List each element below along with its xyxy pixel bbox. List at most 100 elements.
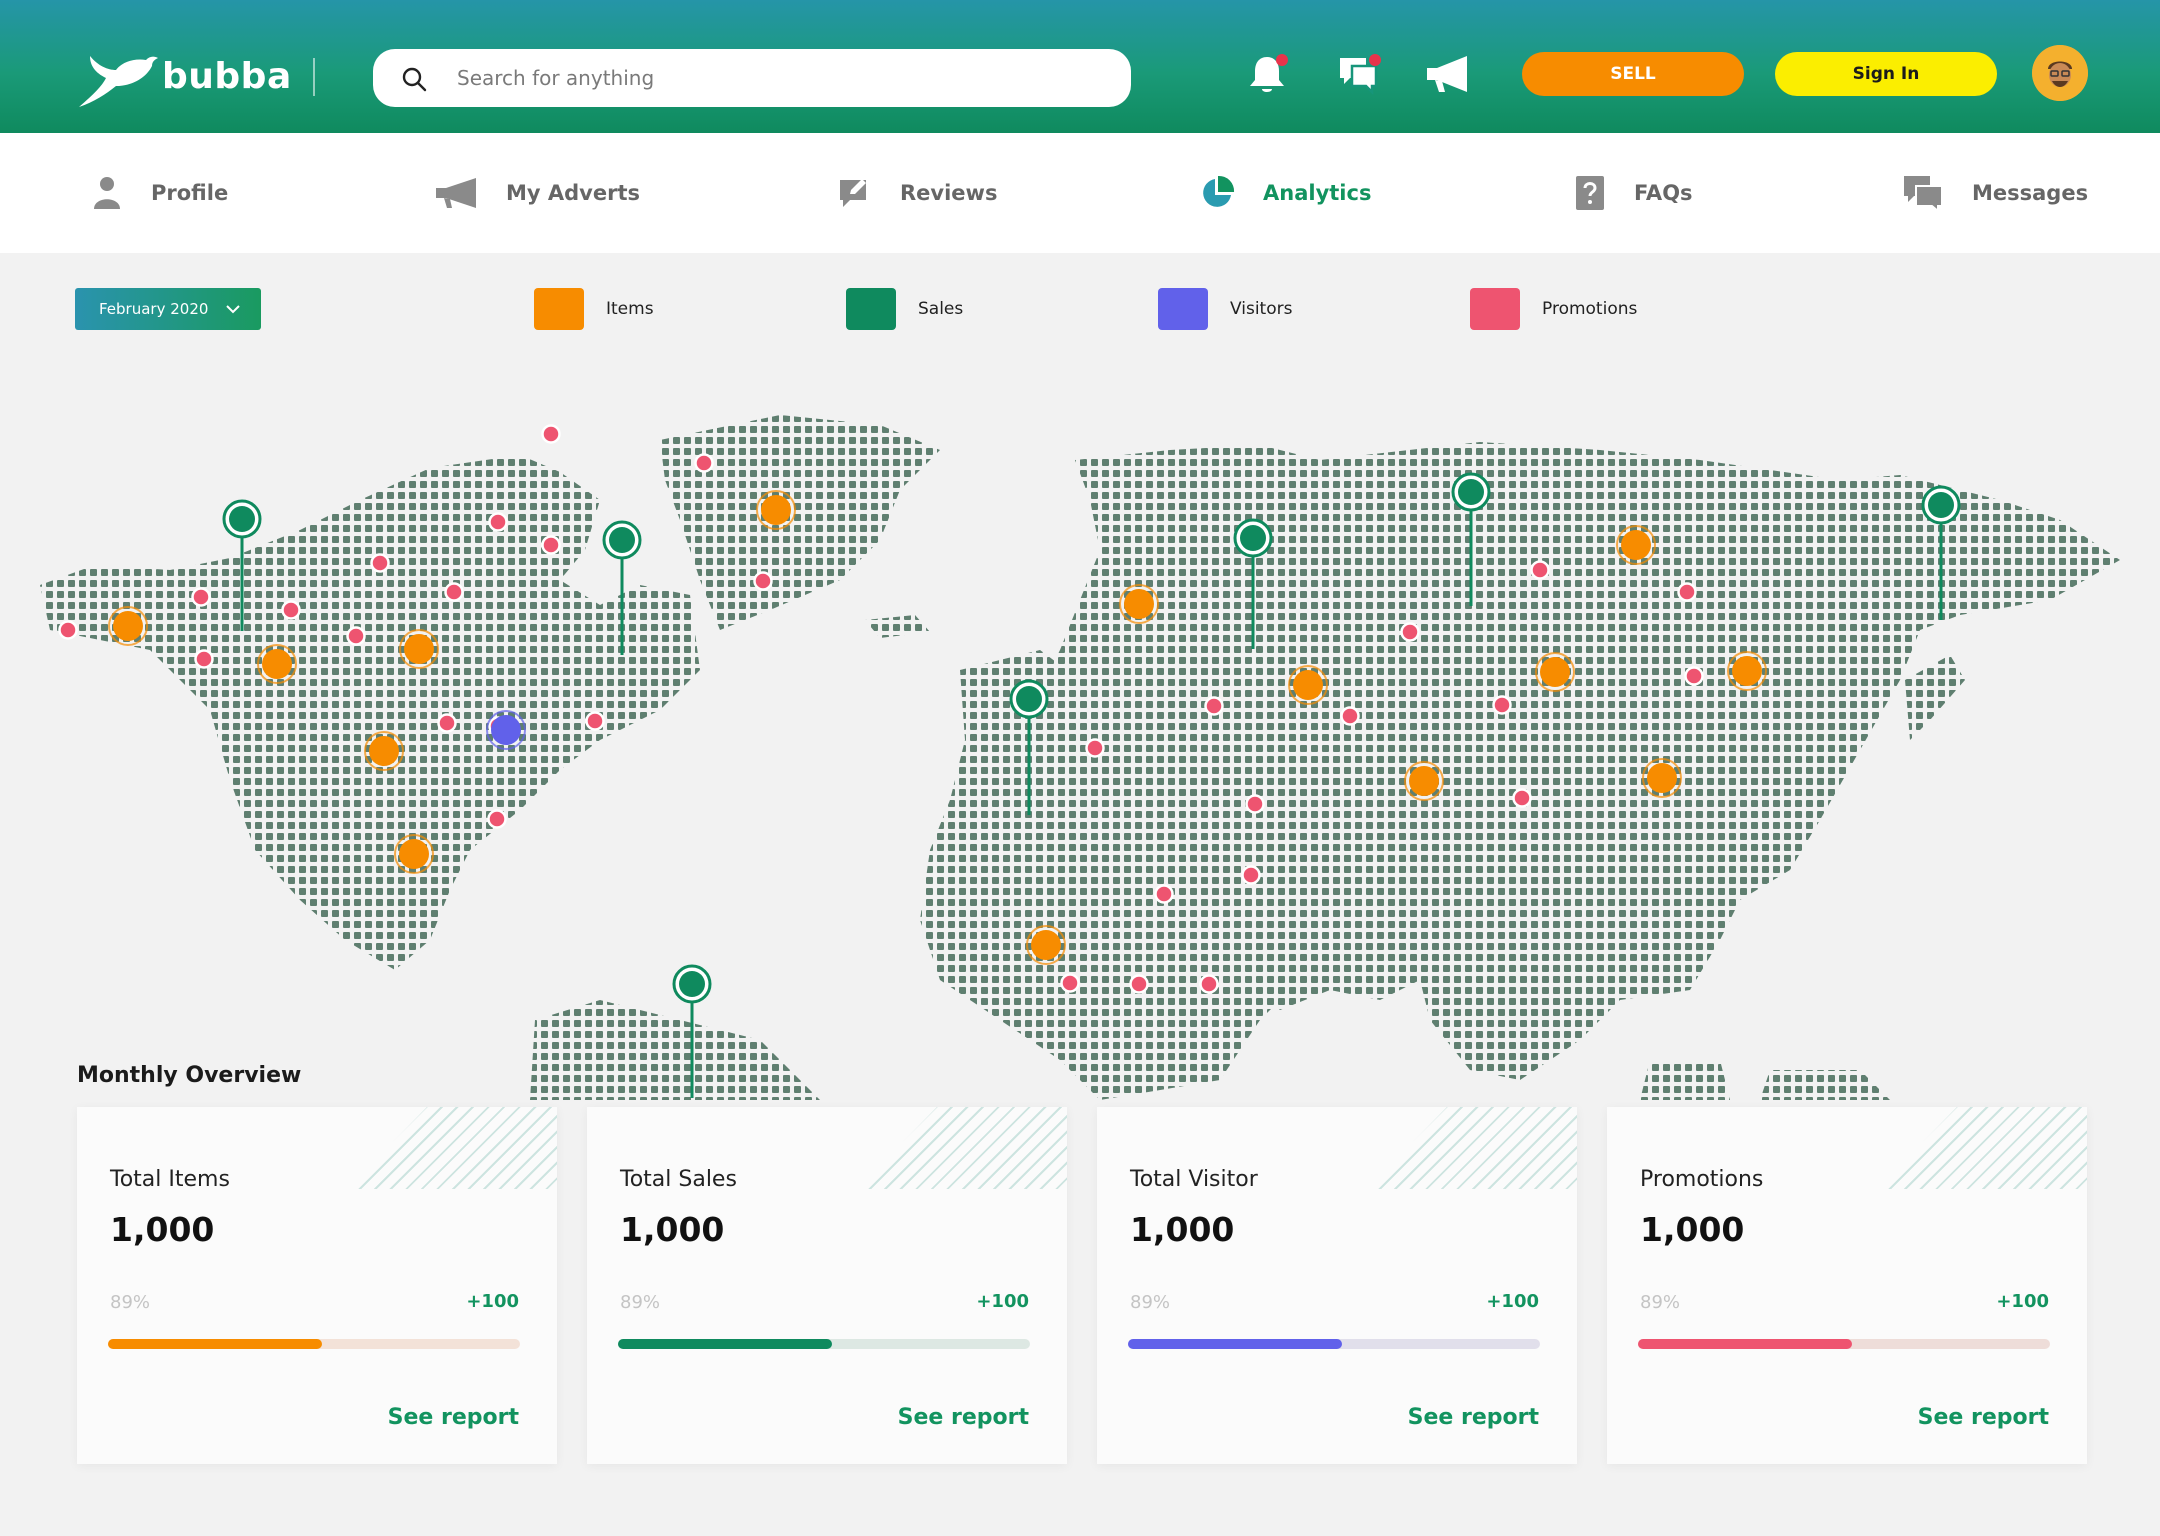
- card-delta: +100: [1486, 1291, 1539, 1312]
- legend-swatch-items: [534, 288, 584, 330]
- card-percent: 89%: [1130, 1292, 1171, 1313]
- promotion-marker: [1492, 695, 1512, 715]
- user-icon: [94, 177, 120, 209]
- sales-pin: [1458, 479, 1484, 505]
- legend-sales[interactable]: Sales: [846, 288, 963, 330]
- see-report-link[interactable]: See report: [1408, 1405, 1539, 1430]
- items-marker: [369, 736, 399, 766]
- tab-analytics[interactable]: Analytics: [1199, 171, 1371, 215]
- progress-fill: [618, 1339, 833, 1349]
- progress-fill: [1128, 1339, 1343, 1349]
- items-marker: [1124, 589, 1154, 619]
- see-report-link[interactable]: See report: [388, 1405, 519, 1430]
- legend-label: Promotions: [1542, 299, 1638, 319]
- promotion-marker: [1400, 622, 1420, 642]
- tab-label: FAQs: [1634, 181, 1693, 205]
- tab-label: My Adverts: [506, 181, 641, 205]
- promotion-marker: [1245, 794, 1265, 814]
- sign-in-button[interactable]: Sign In: [1775, 52, 1997, 96]
- faq-icon: [1576, 176, 1604, 210]
- items-marker: [1409, 766, 1439, 796]
- search-icon: [402, 67, 427, 92]
- items-marker: [761, 495, 791, 525]
- promotion-marker: [487, 809, 507, 829]
- section-nav: Profile My Adverts Reviews Analytics FAQ…: [0, 133, 2160, 253]
- promotion-marker: [1677, 582, 1697, 602]
- card-value: 1,000: [620, 1210, 725, 1249]
- card-percent: 89%: [110, 1292, 151, 1313]
- legend-visitors[interactable]: Visitors: [1158, 288, 1292, 330]
- legend-swatch-promotions: [1470, 288, 1520, 330]
- promotion-marker: [1340, 706, 1360, 726]
- header-divider: [313, 58, 315, 96]
- items-marker: [399, 839, 429, 869]
- progress-track: [1128, 1339, 1540, 1349]
- sell-button[interactable]: SELL: [1522, 52, 1744, 96]
- chevron-down-icon: [226, 305, 240, 314]
- promotion-marker: [1241, 865, 1261, 885]
- promotion-marker: [1154, 884, 1174, 904]
- logo-wordmark: bubba: [162, 56, 292, 97]
- month-select[interactable]: February 2020: [75, 288, 261, 330]
- items-marker: [1732, 656, 1762, 686]
- progress-fill: [108, 1339, 323, 1349]
- promotion-marker: [191, 587, 211, 607]
- user-avatar-icon: [2032, 45, 2088, 101]
- items-marker: [113, 611, 143, 641]
- items-marker: [1621, 530, 1651, 560]
- see-report-link[interactable]: See report: [898, 1405, 1029, 1430]
- announcements-button[interactable]: [1425, 52, 1469, 96]
- top-header: bubba SELL Sign In: [0, 0, 2160, 133]
- card-label: Total Sales: [620, 1167, 737, 1192]
- card-label: Total Visitor: [1130, 1167, 1258, 1192]
- search-bar[interactable]: [373, 49, 1131, 107]
- tab-my-adverts[interactable]: My Adverts: [434, 171, 640, 215]
- legend-swatch-visitors: [1158, 288, 1208, 330]
- legend-items[interactable]: Items: [534, 288, 654, 330]
- card-value: 1,000: [1640, 1210, 1745, 1249]
- card-hatch-decoration: [347, 1107, 557, 1189]
- visitor-marker: [491, 715, 521, 745]
- bird-logo-icon: [79, 56, 158, 107]
- promotion-marker: [1199, 974, 1219, 994]
- edit-review-icon: [840, 179, 866, 207]
- tab-profile[interactable]: Profile: [91, 171, 228, 215]
- notification-badge: [1276, 54, 1288, 66]
- avatar[interactable]: [2032, 45, 2088, 101]
- month-value: February 2020: [99, 300, 209, 318]
- promotion-marker: [194, 649, 214, 669]
- search-input[interactable]: [457, 49, 1097, 107]
- legend-label: Items: [606, 299, 654, 319]
- tab-faqs[interactable]: FAQs: [1574, 171, 1693, 215]
- stat-card-items: Total Items 1,000 89% +100 See report: [77, 1107, 557, 1464]
- card-label: Promotions: [1640, 1167, 1764, 1192]
- sales-pin: [1240, 525, 1266, 551]
- tab-messages[interactable]: Messages: [1902, 171, 2088, 215]
- megaphone-icon: [436, 178, 476, 208]
- card-value: 1,000: [110, 1210, 215, 1249]
- notifications-button[interactable]: [1245, 52, 1289, 96]
- overview-title: Monthly Overview: [77, 1063, 302, 1088]
- items-marker: [1031, 930, 1061, 960]
- tab-reviews[interactable]: Reviews: [838, 171, 997, 215]
- world-map[interactable]: [0, 380, 2160, 1100]
- map-land-dots: [40, 415, 2120, 1100]
- sales-pin: [609, 527, 635, 553]
- stat-card-promotions: Promotions 1,000 89% +100 See report: [1607, 1107, 2087, 1464]
- see-report-link[interactable]: See report: [1918, 1405, 2049, 1430]
- promotion-marker: [753, 571, 773, 591]
- progress-track: [108, 1339, 520, 1349]
- chat-icon: [1904, 176, 1943, 212]
- promotion-marker: [694, 453, 714, 473]
- promotion-marker: [437, 713, 457, 733]
- card-percent: 89%: [1640, 1292, 1681, 1313]
- stat-card-visitors: Total Visitor 1,000 89% +100 See report: [1097, 1107, 1577, 1464]
- progress-track: [1638, 1339, 2050, 1349]
- chat-button[interactable]: [1336, 52, 1381, 96]
- legend-promotions[interactable]: Promotions: [1470, 288, 1637, 330]
- tab-label: Messages: [1972, 181, 2089, 205]
- promotion-marker: [281, 600, 301, 620]
- megaphone-icon: [1427, 56, 1467, 92]
- items-marker: [1293, 670, 1323, 700]
- bubba-logo[interactable]: bubba: [76, 44, 291, 110]
